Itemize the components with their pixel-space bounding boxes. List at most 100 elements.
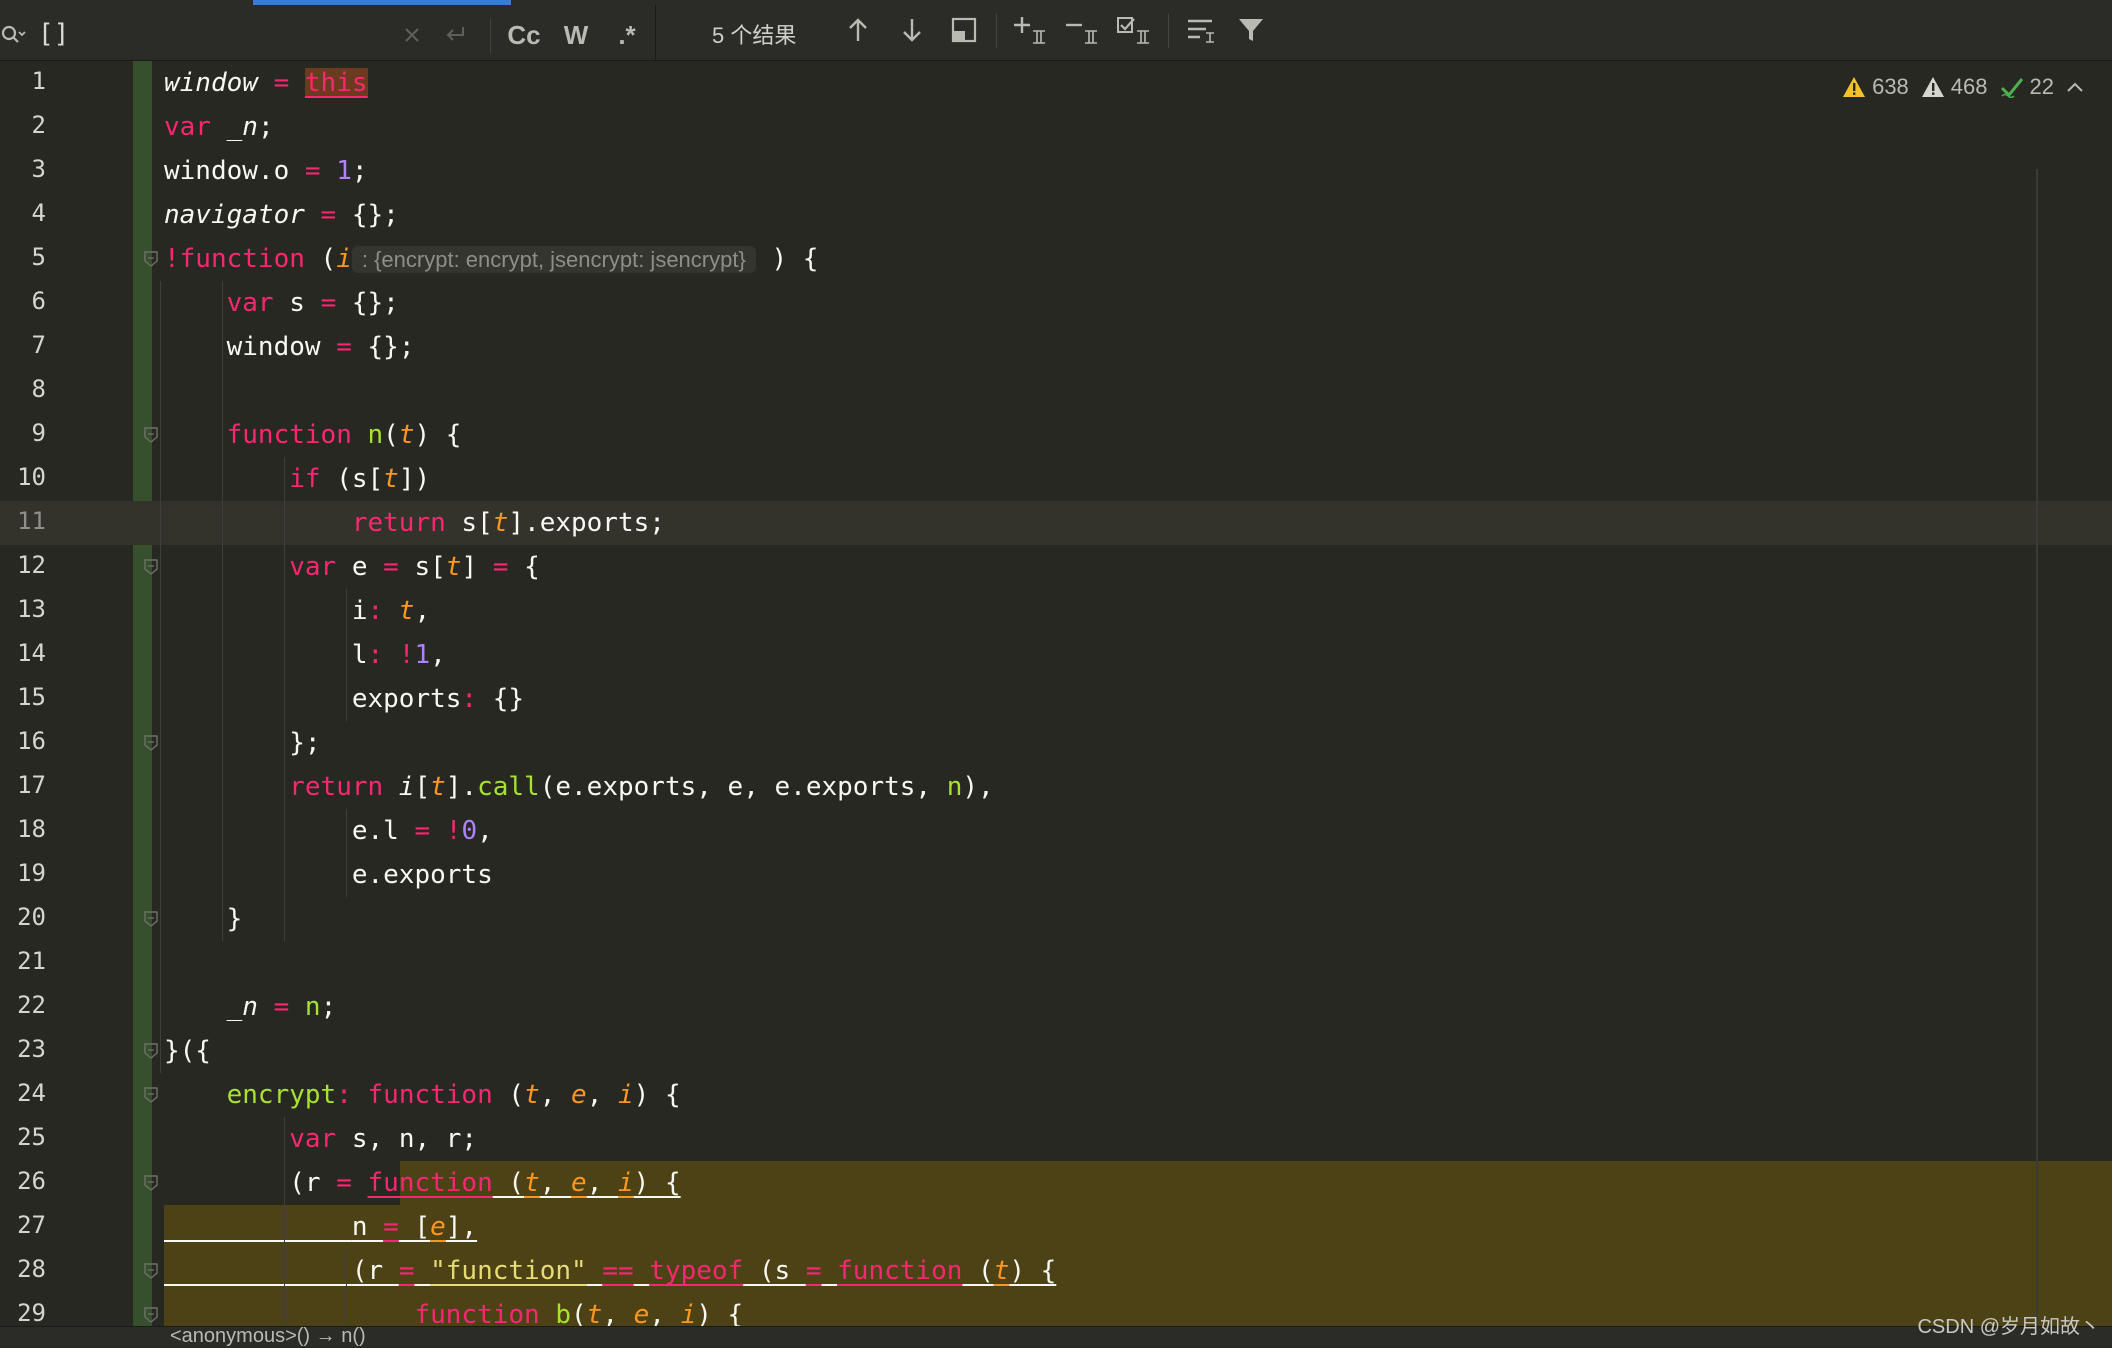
line-number[interactable]: 13 (0, 595, 46, 623)
line-number[interactable]: 27 (0, 1211, 46, 1239)
line-number[interactable]: 22 (0, 991, 46, 1019)
breadcrumb-path[interactable]: <anonymous>() → n() (170, 1325, 366, 1348)
code-text[interactable]: function b(t, e, i) { (164, 1293, 2112, 1326)
code-text[interactable]: (r = function (t, e, i) { (164, 1161, 2112, 1205)
remove-occurrence-icon[interactable] (1064, 12, 1100, 48)
vertical-scrollbar[interactable] (2036, 169, 2038, 1326)
code-line[interactable]: 14 l: !1, (0, 633, 2112, 677)
code-line[interactable]: 27 n = [e], (0, 1205, 2112, 1249)
code-line[interactable]: 11 return s[t].exports; (0, 501, 2112, 545)
code-line[interactable]: 10 if (s[t]) (0, 457, 2112, 501)
code-text[interactable]: (r = "function" == typeof (s = function … (164, 1249, 2112, 1293)
code-line[interactable]: 20 } (0, 897, 2112, 941)
code-line[interactable]: 22 _n = n; (0, 985, 2112, 1029)
fold-marker-icon[interactable] (144, 1175, 158, 1191)
line-number[interactable]: 14 (0, 639, 46, 667)
previous-occurrence-icon[interactable] (843, 12, 873, 48)
fold-marker-icon[interactable] (144, 1263, 158, 1279)
fold-marker-icon[interactable] (144, 1087, 158, 1103)
line-number[interactable]: 24 (0, 1079, 46, 1107)
line-number[interactable]: 25 (0, 1123, 46, 1151)
code-line[interactable]: 6 var s = {}; (0, 281, 2112, 325)
fold-marker-icon[interactable] (144, 251, 158, 267)
line-number[interactable]: 5 (0, 243, 46, 271)
code-line[interactable]: 4 navigator = {}; (0, 193, 2112, 237)
next-occurrence-icon[interactable] (897, 12, 927, 48)
inspection-weak-warnings[interactable]: 468 (1921, 74, 1988, 100)
fold-marker-icon[interactable] (144, 1043, 158, 1059)
line-number[interactable]: 15 (0, 683, 46, 711)
code-text[interactable]: var e = s[t] = { (164, 545, 2112, 589)
whole-words-toggle[interactable]: W (558, 17, 594, 53)
code-line[interactable]: 3 window.o = 1; (0, 149, 2112, 193)
code-line[interactable]: 1 window = this (0, 61, 2112, 105)
search-history-icon[interactable] (0, 17, 28, 53)
line-number[interactable]: 23 (0, 1035, 46, 1063)
code-text[interactable]: e.l = !0, (164, 809, 2112, 853)
code-line[interactable]: 7 window = {}; (0, 325, 2112, 369)
line-number[interactable]: 1 (0, 67, 46, 95)
line-number[interactable]: 3 (0, 155, 46, 183)
code-line[interactable]: 18 e.l = !0, (0, 809, 2112, 853)
search-input[interactable]: [] (38, 19, 69, 49)
search-field[interactable]: [] Cc W .* (0, 5, 656, 60)
code-line[interactable]: 12 var e = s[t] = { (0, 545, 2112, 589)
line-number[interactable]: 29 (0, 1299, 46, 1326)
code-line[interactable]: 13 i: t, (0, 589, 2112, 633)
code-text[interactable]: _n = n; (164, 985, 2112, 1029)
code-text[interactable]: window = this (164, 61, 2112, 105)
match-case-toggle[interactable]: Cc (504, 17, 544, 53)
regex-toggle[interactable]: .* (610, 17, 644, 53)
fold-marker-icon[interactable] (144, 559, 158, 575)
code-line[interactable]: 8 (0, 369, 2112, 413)
line-number[interactable]: 11 (0, 507, 46, 535)
code-text[interactable]: return s[t].exports; (164, 501, 2112, 545)
fold-marker-icon[interactable] (144, 427, 158, 443)
line-number[interactable]: 6 (0, 287, 46, 315)
fold-marker-icon[interactable] (144, 911, 158, 927)
line-number[interactable]: 21 (0, 947, 46, 975)
code-text[interactable]: l: !1, (164, 633, 2112, 677)
code-text[interactable] (164, 369, 2112, 413)
code-line[interactable]: 29 function b(t, e, i) { (0, 1293, 2112, 1326)
code-text[interactable]: n = [e], (164, 1205, 2112, 1249)
clear-search-icon[interactable] (398, 17, 426, 53)
code-text[interactable]: } (164, 897, 2112, 941)
code-line[interactable]: 25 var s, n, r; (0, 1117, 2112, 1161)
line-number[interactable]: 26 (0, 1167, 46, 1195)
line-number[interactable]: 12 (0, 551, 46, 579)
add-occurrence-icon[interactable] (1012, 12, 1048, 48)
inspection-warnings[interactable]: 638 (1842, 74, 1909, 100)
chevron-up-icon[interactable] (2066, 81, 2084, 93)
code-line[interactable]: 24 encrypt: function (t, e, i) { (0, 1073, 2112, 1117)
code-text[interactable]: }; (164, 721, 2112, 765)
code-text[interactable]: if (s[t]) (164, 457, 2112, 501)
line-number[interactable]: 18 (0, 815, 46, 843)
line-number[interactable]: 28 (0, 1255, 46, 1283)
code-text[interactable]: !function (i: {encrypt: encrypt, jsencry… (164, 237, 2112, 281)
code-text[interactable]: var s, n, r; (164, 1117, 2112, 1161)
line-number[interactable]: 10 (0, 463, 46, 491)
line-number[interactable]: 8 (0, 375, 46, 403)
line-number[interactable]: 9 (0, 419, 46, 447)
code-line[interactable]: 9 function n(t) { (0, 413, 2112, 457)
line-number[interactable]: 7 (0, 331, 46, 359)
line-number[interactable]: 20 (0, 903, 46, 931)
code-text[interactable] (164, 941, 2112, 985)
code-text[interactable]: navigator = {}; (164, 193, 2112, 237)
code-line[interactable]: 16 }; (0, 721, 2112, 765)
code-text[interactable]: exports: {} (164, 677, 2112, 721)
fold-marker-icon[interactable] (144, 735, 158, 751)
code-text[interactable]: e.exports (164, 853, 2112, 897)
code-text[interactable]: var _n; (164, 105, 2112, 149)
breadcrumb[interactable]: <anonymous>() → n() (0, 1325, 2112, 1348)
new-line-icon[interactable] (440, 17, 470, 53)
code-line[interactable]: 17 return i[t].call(e.exports, e, e.expo… (0, 765, 2112, 809)
line-number[interactable]: 2 (0, 111, 46, 139)
code-text[interactable]: window = {}; (164, 325, 2112, 369)
line-number[interactable]: 16 (0, 727, 46, 755)
code-line[interactable]: 21 (0, 941, 2112, 985)
code-text[interactable]: function n(t) { (164, 413, 2112, 457)
code-line[interactable]: 26 (r = function (t, e, i) { (0, 1161, 2112, 1205)
code-text[interactable]: encrypt: function (t, e, i) { (164, 1073, 2112, 1117)
